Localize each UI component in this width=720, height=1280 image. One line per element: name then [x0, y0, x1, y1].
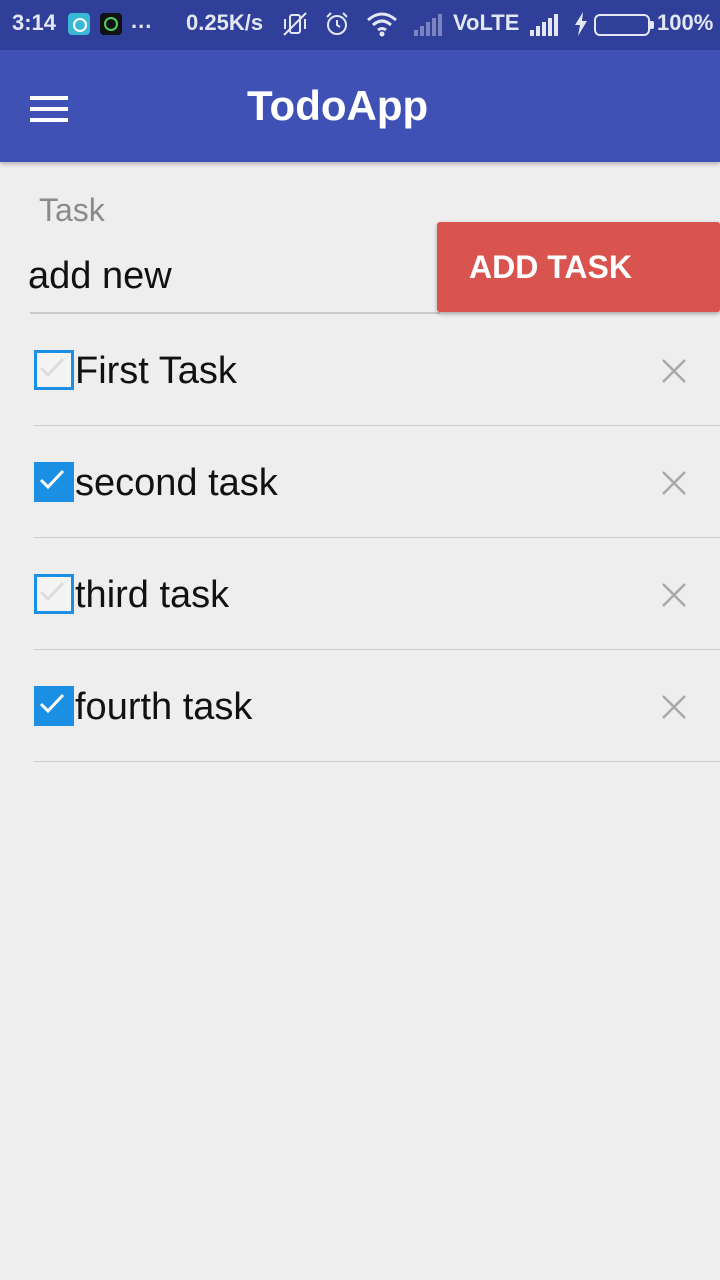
task-row: third task: [0, 538, 720, 650]
task-list: First Task second task third task fourth…: [0, 314, 720, 762]
task-checkbox[interactable]: [34, 686, 74, 726]
more-notifications-indicator: ...: [131, 8, 153, 33]
check-icon: [39, 693, 65, 714]
task-text: second task: [75, 462, 278, 504]
vibrate-off-icon: [283, 12, 307, 36]
task-row: fourth task: [0, 650, 720, 762]
battery-icon: [594, 14, 654, 36]
signal-icon: [530, 14, 558, 36]
task-row: First Task: [0, 314, 720, 426]
hamburger-menu-icon[interactable]: [30, 96, 68, 122]
task-checkbox[interactable]: [34, 462, 74, 502]
network-type: VoLTE: [453, 10, 520, 35]
alarm-icon: [326, 12, 348, 35]
app-title: TodoApp: [247, 82, 429, 129]
delete-icon[interactable]: [661, 358, 687, 384]
check-icon: [39, 469, 65, 490]
add-task-button[interactable]: ADD TASK: [437, 222, 720, 312]
delete-icon[interactable]: [661, 470, 687, 496]
network-speed: 0.25K/s: [186, 10, 264, 35]
task-input-label: Task: [39, 192, 105, 228]
battery-percent: 100%: [657, 10, 714, 35]
task-text: First Task: [75, 350, 237, 392]
status-bar: 3:14 ... 0.25K/s VoLTE 100%: [0, 0, 720, 50]
wifi-icon: [367, 12, 397, 37]
signal-weak-icon: [414, 14, 442, 36]
task-checkbox[interactable]: [34, 574, 74, 614]
task-text: fourth task: [75, 686, 253, 728]
task-row: second task: [0, 426, 720, 538]
charging-icon: [575, 12, 587, 36]
status-time: 3:14: [12, 10, 57, 35]
check-icon: [39, 357, 65, 378]
task-text: third task: [75, 574, 230, 616]
task-input[interactable]: [28, 246, 437, 306]
row-divider: [34, 761, 720, 762]
app-bar: TodoApp: [0, 50, 720, 162]
delete-icon[interactable]: [661, 582, 687, 608]
whatsapp-icon: [100, 13, 122, 35]
app-notification-icon: [68, 13, 90, 35]
delete-icon[interactable]: [661, 694, 687, 720]
check-icon: [39, 581, 65, 602]
task-checkbox[interactable]: [34, 350, 74, 390]
